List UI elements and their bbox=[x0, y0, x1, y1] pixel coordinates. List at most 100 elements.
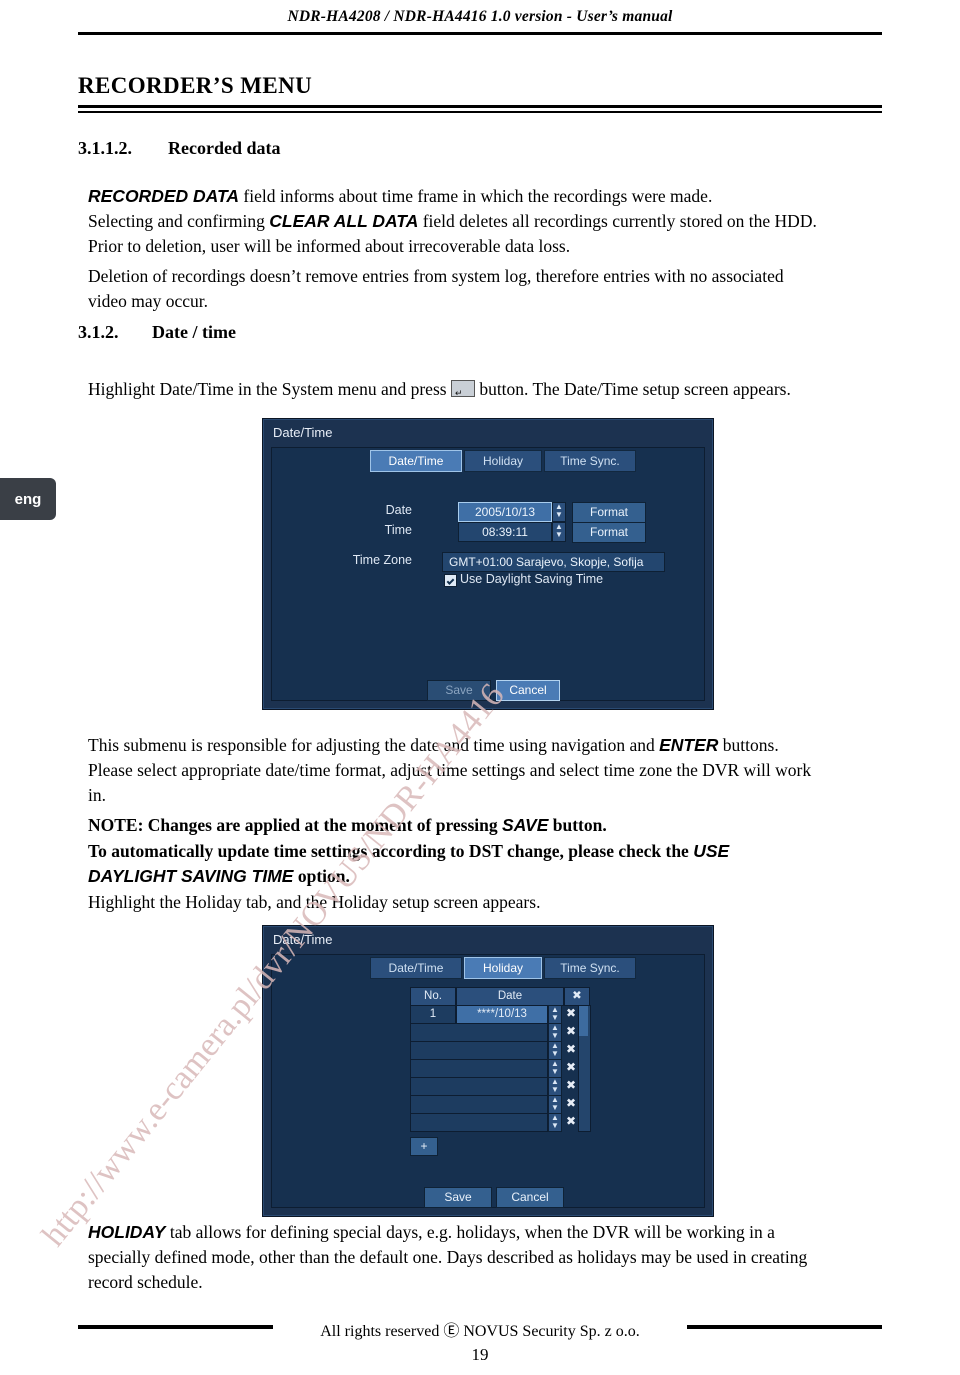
text-note-c: button. bbox=[548, 815, 607, 835]
holiday-row-4-delete[interactable]: ✖ bbox=[564, 1059, 578, 1076]
paragraph-recorded-data-l4: Deletion of recordings doesn’t remove en… bbox=[88, 266, 784, 286]
holiday-row-1-no: 1 bbox=[410, 1005, 456, 1024]
paragraph-holiday-l2: specially defined mode, other than the d… bbox=[88, 1247, 808, 1267]
text-selecting: Selecting and confirming bbox=[88, 211, 270, 231]
holiday-row-7-delete[interactable]: ✖ bbox=[564, 1113, 578, 1130]
paragraph-highlight-holiday: Highlight the Holiday tab, and the Holid… bbox=[88, 892, 541, 912]
holiday-row-1-spinner[interactable]: ▲ ▼ bbox=[548, 1005, 562, 1024]
footer-copyright: All rights reserved Ⓔ NOVUS Security Sp.… bbox=[320, 1323, 640, 1340]
paragraph-submenu-l2: Please select appropriate date/time form… bbox=[88, 760, 812, 780]
button-cancel[interactable]: Cancel bbox=[496, 680, 560, 701]
holiday-dialog-title: Date/Time bbox=[273, 932, 333, 947]
holiday-col-delete: ✖ bbox=[564, 987, 590, 1006]
time-spinner[interactable]: ▲ ▼ bbox=[552, 522, 566, 542]
button-time-format[interactable]: Format bbox=[572, 522, 646, 543]
holiday-add-button[interactable]: + bbox=[410, 1137, 438, 1156]
paragraph-holiday-l1: HOLIDAY tab allows for defining special … bbox=[88, 1220, 883, 1245]
subsection-title-2: Date / time bbox=[152, 322, 236, 342]
page-number: 19 bbox=[471, 1345, 489, 1364]
paragraph-recorded-data-l1: RECORDED DATA field informs about time f… bbox=[88, 184, 883, 209]
paragraph-submenu-l3: in. bbox=[88, 785, 106, 805]
holiday-dialog[interactable]: Date/Time Date/Time Holiday Time Sync. N… bbox=[262, 925, 714, 1217]
holiday-row-3-delete[interactable]: ✖ bbox=[564, 1041, 578, 1058]
holiday-row-5-delete[interactable]: ✖ bbox=[564, 1077, 578, 1094]
tab-holiday-2[interactable]: Holiday bbox=[464, 957, 542, 979]
holiday-row-4-spinner[interactable]: ▲ ▼ bbox=[548, 1059, 562, 1078]
subsection-title-1: Recorded data bbox=[168, 138, 281, 158]
holiday-row-6-delete[interactable]: ✖ bbox=[564, 1095, 578, 1112]
tab-time-sync[interactable]: Time Sync. bbox=[544, 450, 636, 472]
field-date-value[interactable]: 2005/10/13 bbox=[458, 502, 552, 522]
running-head: NDR-HA4208 / NDR-HA4416 1.0 version - Us… bbox=[287, 8, 673, 25]
holiday-col-date: Date bbox=[456, 987, 564, 1006]
paragraph-dst-l1: To automatically update time settings ac… bbox=[88, 839, 883, 864]
holiday-row-2-delete[interactable]: ✖ bbox=[564, 1023, 578, 1040]
holiday-row-7-spinner[interactable]: ▲ ▼ bbox=[548, 1113, 562, 1132]
text-note-a: NOTE: Changes are applied at the moment … bbox=[88, 815, 503, 835]
holiday-scrollbar[interactable] bbox=[578, 1005, 591, 1132]
term-recorded-data: RECORDED DATA bbox=[88, 186, 240, 206]
section-rule-top bbox=[78, 105, 882, 108]
paragraph-recorded-data-l5: video may occur. bbox=[88, 291, 209, 311]
holiday-row-5[interactable] bbox=[410, 1077, 548, 1096]
enter-key-icon: ↵ bbox=[450, 380, 475, 398]
text-after-recorded-data: field informs about time frame in which … bbox=[239, 186, 713, 206]
holiday-row-2-spinner[interactable]: ▲ ▼ bbox=[548, 1023, 562, 1042]
holiday-scrollbar-thumb[interactable] bbox=[579, 1006, 588, 1036]
paragraph-recorded-data-l2: Selecting and confirming CLEAR ALL DATA … bbox=[88, 209, 883, 234]
document-page: NDR-HA4208 / NDR-HA4416 1.0 version - Us… bbox=[0, 0, 960, 1375]
field-time-zone-value[interactable]: GMT+01:00 Sarajevo, Skopje, Sofija bbox=[442, 552, 665, 572]
datetime-tabs: Date/Time Holiday Time Sync. bbox=[272, 448, 704, 472]
holiday-row-1-date[interactable]: ****/10/13 bbox=[456, 1005, 548, 1024]
date-spinner[interactable]: ▲ ▼ bbox=[552, 502, 566, 522]
holiday-button-cancel[interactable]: Cancel bbox=[496, 1187, 564, 1208]
subsection-number-2: 3.1.2. bbox=[78, 322, 119, 342]
button-save[interactable]: Save bbox=[427, 680, 491, 701]
section-title: RECORDER’S MENU bbox=[78, 73, 313, 98]
section-rule-bottom bbox=[78, 111, 882, 113]
text-highlight-b: button. The Date/Time setup screen appea… bbox=[474, 379, 791, 399]
text-highlight-a: Highlight Date/Time in the System menu a… bbox=[88, 379, 451, 399]
holiday-col-no: No. bbox=[410, 987, 456, 1006]
holiday-row-2[interactable] bbox=[410, 1023, 548, 1042]
holiday-row-1-delete[interactable]: ✖ bbox=[564, 1005, 578, 1022]
holiday-button-save[interactable]: Save bbox=[424, 1187, 492, 1208]
text-holiday-b: tab allows for defining special days, e.… bbox=[165, 1222, 775, 1242]
holiday-row-5-spinner[interactable]: ▲ ▼ bbox=[548, 1077, 562, 1096]
tab-date-time-2[interactable]: Date/Time bbox=[370, 957, 462, 979]
holiday-row-6[interactable] bbox=[410, 1095, 548, 1114]
paragraph-submenu-l1: This submenu is responsible for adjustin… bbox=[88, 733, 883, 758]
subsection-number-1: 3.1.1.2. bbox=[78, 138, 132, 158]
language-tab-eng: eng bbox=[0, 478, 56, 520]
datetime-dialog[interactable]: Date/Time Date/Time Holiday Time Sync. D… bbox=[262, 418, 714, 710]
term-use: USE bbox=[693, 841, 730, 861]
tab-date-time[interactable]: Date/Time bbox=[370, 450, 462, 472]
paragraph-highlight-datetime: Highlight Date/Time in the System menu a… bbox=[88, 377, 888, 402]
paragraph-note: NOTE: Changes are applied at the moment … bbox=[88, 813, 883, 838]
checkbox-use-dst[interactable] bbox=[444, 574, 457, 587]
paragraph-dst-l2: DAYLIGHT SAVING TIME option. bbox=[88, 864, 883, 889]
holiday-row-6-spinner[interactable]: ▲ ▼ bbox=[548, 1095, 562, 1114]
button-date-format[interactable]: Format bbox=[572, 502, 646, 523]
datetime-dialog-title: Date/Time bbox=[273, 425, 333, 440]
text-dst-a: To automatically update time settings ac… bbox=[88, 841, 694, 861]
holiday-row-3[interactable] bbox=[410, 1041, 548, 1060]
field-time-value[interactable]: 08:39:11 bbox=[458, 522, 552, 542]
paragraph-holiday-l3: record schedule. bbox=[88, 1272, 203, 1292]
paragraph-recorded-data-l3: Prior to deletion, user will be informed… bbox=[88, 236, 571, 256]
term-clear-all-data: CLEAR ALL DATA bbox=[269, 211, 419, 231]
label-time: Time bbox=[384, 523, 412, 537]
holiday-row-7[interactable] bbox=[410, 1113, 548, 1132]
term-enter: ENTER bbox=[659, 735, 719, 755]
label-use-dst: Use Daylight Saving Time bbox=[460, 572, 604, 586]
tab-holiday[interactable]: Holiday bbox=[464, 450, 542, 472]
holiday-row-4[interactable] bbox=[410, 1059, 548, 1078]
text-deletes: field deletes all recordings currently s… bbox=[418, 211, 817, 231]
term-daylight-saving-time: DAYLIGHT SAVING TIME bbox=[88, 866, 294, 886]
label-time-zone: Time Zone bbox=[352, 553, 412, 567]
text-dst-d: option. bbox=[293, 866, 350, 886]
tab-time-sync-2[interactable]: Time Sync. bbox=[544, 957, 636, 979]
text-submenu-c: buttons. bbox=[718, 735, 779, 755]
term-holiday: HOLIDAY bbox=[88, 1222, 166, 1242]
holiday-row-3-spinner[interactable]: ▲ ▼ bbox=[548, 1041, 562, 1060]
